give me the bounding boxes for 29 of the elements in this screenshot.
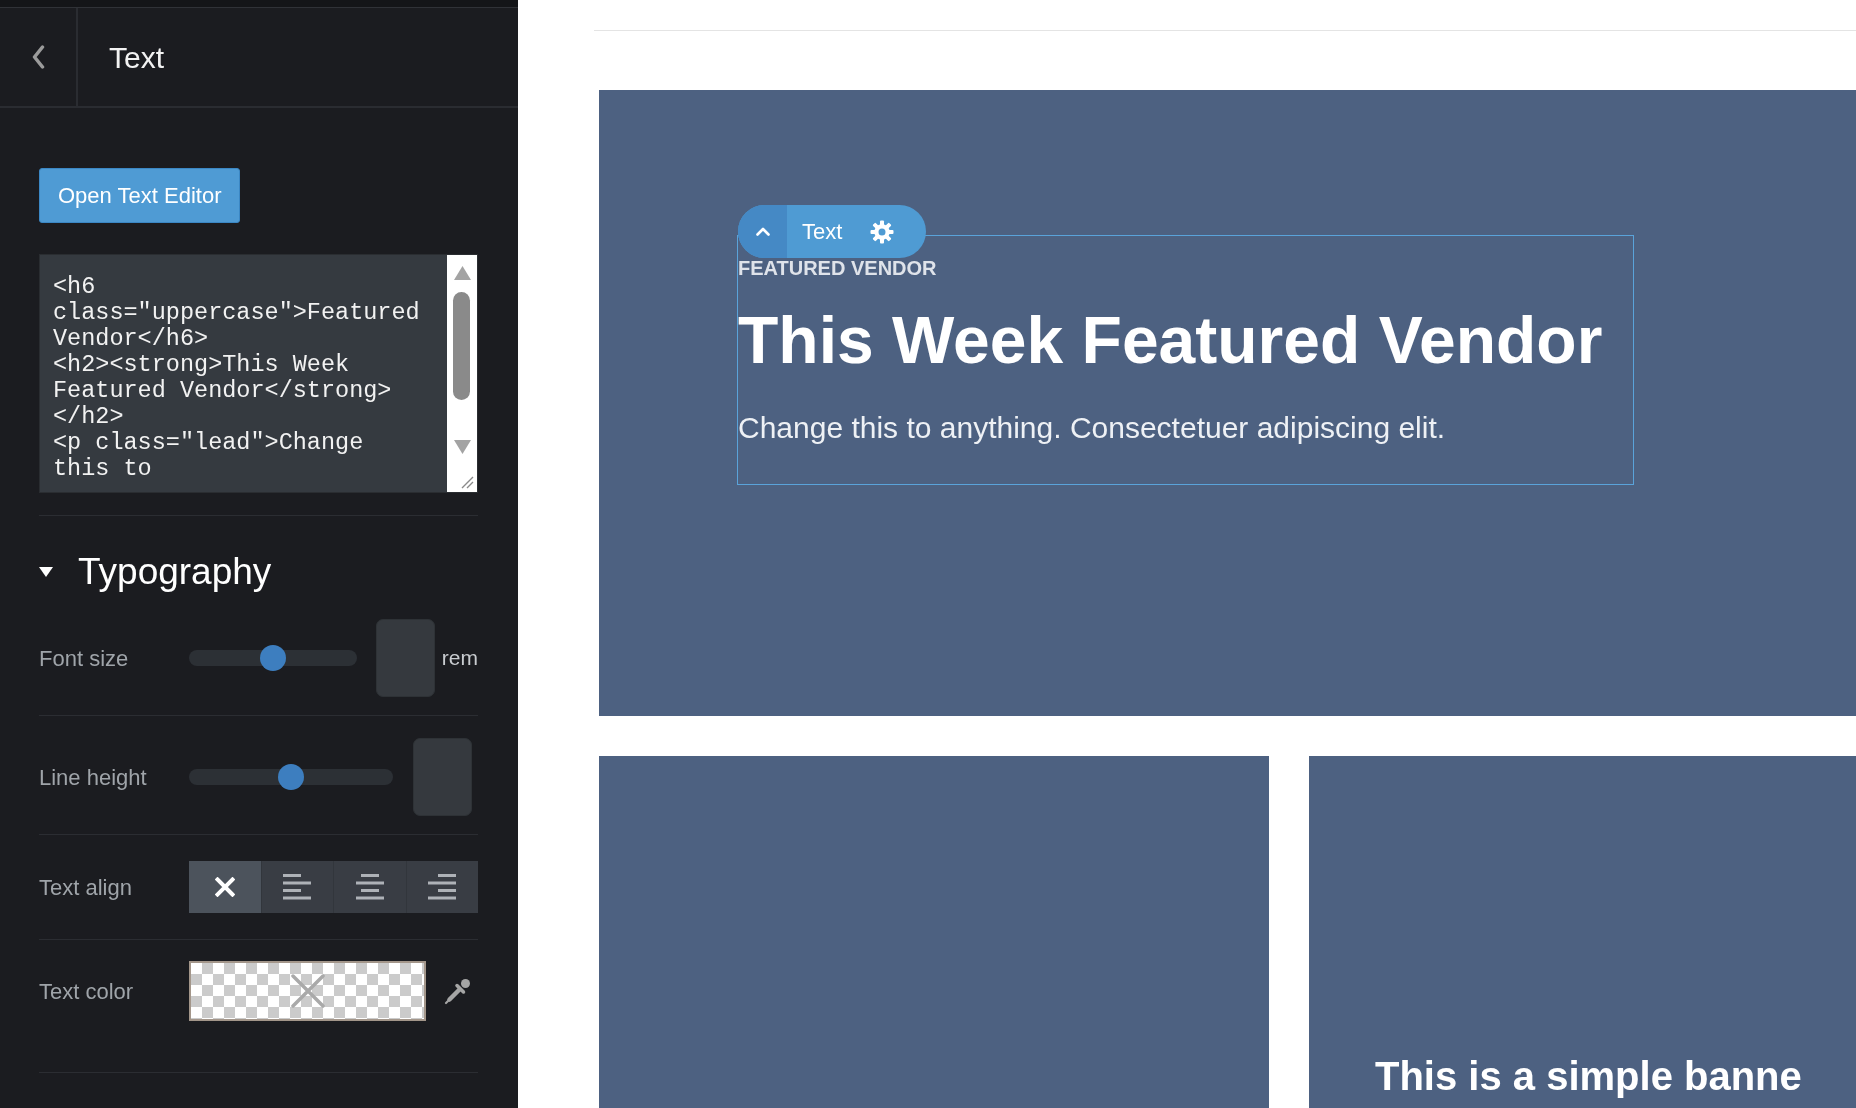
number-input-field[interactable] xyxy=(413,738,472,816)
slider-thumb[interactable] xyxy=(259,645,286,671)
color-swatch[interactable] xyxy=(189,961,426,1021)
align-left-icon xyxy=(283,874,312,900)
control-label: Font size xyxy=(39,644,130,673)
banner-heading: This is a simple banne xyxy=(1375,1053,1803,1100)
control-label: Line height xyxy=(39,763,148,792)
align-right-icon xyxy=(428,874,457,900)
x-icon xyxy=(290,974,325,1008)
control-label: Text color xyxy=(39,977,135,1006)
panel-title: Text xyxy=(109,39,165,76)
eyebrow-text: FEATURED VENDOR xyxy=(738,256,938,280)
unit-label: rem xyxy=(441,645,478,672)
eyedropper-icon[interactable] xyxy=(444,977,472,1005)
chevron-left-icon xyxy=(31,45,45,69)
section-toggle[interactable]: Typography xyxy=(39,550,272,594)
number-input-field[interactable] xyxy=(375,619,435,697)
block-type-label: Text xyxy=(802,218,843,246)
settings-button[interactable] xyxy=(870,219,895,244)
lead-text: Change this to anything. Consectetuer adipiscing elit. xyxy=(738,410,1447,446)
slider-thumb[interactable] xyxy=(278,764,304,790)
x-icon xyxy=(214,877,235,897)
hero-heading: This Week Featured Vendor xyxy=(738,305,1604,375)
control-label: Text align xyxy=(39,873,133,902)
chevron-up-icon xyxy=(755,227,770,236)
align-center-icon xyxy=(355,874,384,900)
no-align-button[interactable] xyxy=(189,861,262,913)
collapse-button[interactable] xyxy=(738,205,787,258)
gear-icon xyxy=(870,219,895,244)
